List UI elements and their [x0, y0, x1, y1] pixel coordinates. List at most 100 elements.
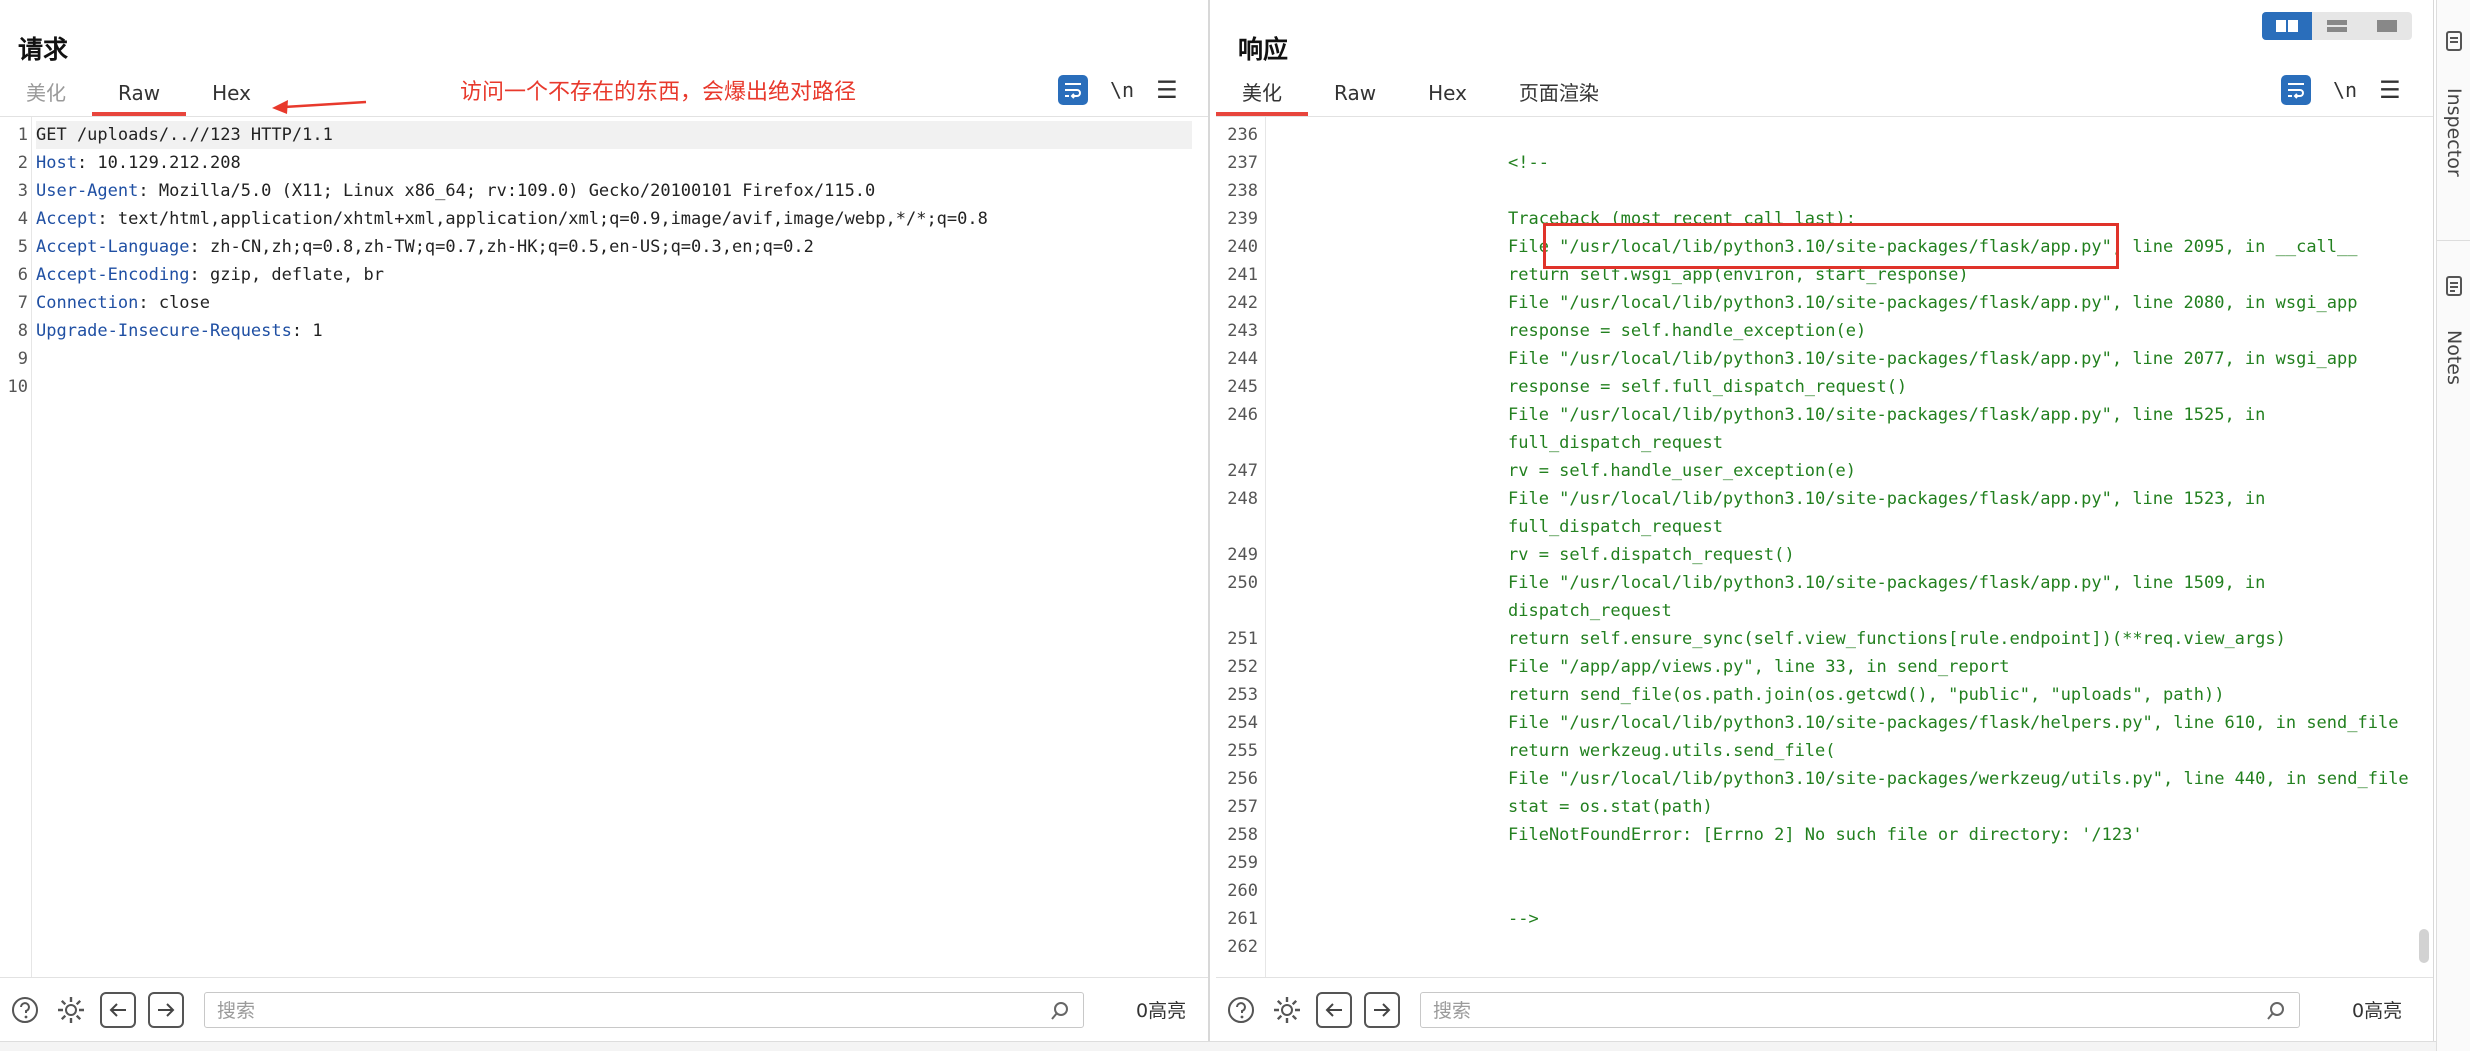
line-number: 260 — [1227, 881, 1258, 901]
response-title: 响应 — [1238, 35, 1289, 64]
line-number: 243 — [1227, 321, 1258, 341]
line-number: 7 — [17, 293, 28, 313]
help-icon[interactable] — [1224, 993, 1258, 1027]
search-icon — [2267, 1001, 2284, 1020]
line-number: 259 — [1227, 853, 1258, 873]
response-line: rv = self.handle_user_exception(e) — [1508, 461, 1856, 481]
status-strip — [0, 1041, 2436, 1051]
newline-toggle-button[interactable]: \n — [2333, 78, 2357, 102]
side-rail: Inspector Notes — [2436, 0, 2470, 1051]
response-line: File "/usr/local/lib/python3.10/site-pac… — [1508, 405, 2266, 425]
tab-response-3[interactable]: 页面渲染 — [1493, 72, 1625, 114]
line-number: 247 — [1227, 461, 1258, 481]
previous-arrow-button[interactable] — [100, 991, 136, 1028]
response-gutter: 236 237 238 239 240 241 242 243 244 245 246 247 248 2… — [1216, 117, 1266, 977]
line-number: 8 — [17, 321, 28, 341]
line-number: 3 — [17, 181, 28, 201]
response-line: dispatch_request — [1508, 601, 1672, 621]
response-line: rv = self.dispatch_request() — [1508, 545, 1795, 565]
tab-response-1[interactable]: Raw — [1308, 72, 1402, 114]
search-placeholder: 搜索 — [1433, 1000, 1472, 1022]
response-line: response = self.full_dispatch_request() — [1508, 377, 1908, 397]
notes-tab[interactable]: Notes — [2443, 330, 2465, 385]
line-number: 4 — [17, 209, 28, 229]
menu-icon[interactable]: ☰ — [2379, 76, 2401, 104]
request-editor[interactable]: 1 2 3 4 5 6 7 8 9 10 GET /uploads/..//123 HTTP/1.… — [0, 116, 1208, 977]
notes-icon[interactable] — [2445, 275, 2463, 297]
next-arrow-button[interactable] — [148, 991, 184, 1028]
line-number: 261 — [1227, 909, 1258, 929]
word-wrap-button[interactable] — [2281, 75, 2311, 105]
line-number: 246 — [1227, 405, 1258, 425]
response-line: response = self.handle_exception(e) — [1508, 321, 1867, 341]
line-number: 241 — [1227, 265, 1258, 285]
request-line: Upgrade-Insecure-Requests: 1 — [36, 321, 323, 341]
request-line: Accept-Language: zh-CN,zh;q=0.8,zh-TW;q=… — [36, 237, 814, 257]
response-tabs: 美化 Raw Hex 页面渲染 — [1216, 72, 1625, 116]
inspector-tab[interactable]: Inspector — [2443, 88, 2465, 177]
tab-response-2[interactable]: Hex — [1402, 72, 1493, 114]
annotation-arrow-icon — [272, 100, 367, 114]
highlight-box — [1543, 223, 2119, 269]
line-number: 236 — [1227, 125, 1258, 145]
request-tabs: 美化 Raw Hex — [0, 72, 277, 116]
settings-gear-icon[interactable] — [54, 993, 88, 1027]
response-line: --> — [1508, 909, 1539, 929]
arrow-left-icon — [1325, 1002, 1342, 1017]
newline-toggle-button[interactable]: \n — [1110, 78, 1134, 102]
tab-response-0[interactable]: 美化 — [1216, 72, 1308, 116]
line-number: 237 — [1227, 153, 1258, 173]
response-line: File "/usr/local/lib/python3.10/site-pac… — [1508, 769, 2409, 789]
request-title: 请求 — [18, 35, 69, 64]
response-line — [1508, 177, 2413, 205]
line-number — [1216, 597, 1258, 625]
response-line: stat = os.stat(path) — [1508, 797, 1713, 817]
line-number: 251 — [1227, 629, 1258, 649]
arrow-right-icon — [1374, 1002, 1391, 1017]
response-scrollbar[interactable] — [2419, 929, 2429, 963]
search-placeholder: 搜索 — [217, 1000, 256, 1022]
request-toolbar: \n ☰ — [1058, 72, 1178, 108]
highlight-count: 0高亮 — [1136, 1000, 1187, 1022]
response-line: return werkzeug.utils.send_file( — [1508, 741, 1836, 761]
tab-request-1[interactable]: Raw — [92, 72, 187, 116]
request-line: Accept: text/html,application/xhtml+xml,… — [36, 209, 988, 229]
response-line: full_dispatch_request — [1508, 433, 1723, 453]
arrow-right-icon — [158, 1002, 175, 1017]
wrap-icon — [2288, 83, 2304, 99]
wrap-icon — [1065, 83, 1081, 99]
previous-arrow-button[interactable] — [1316, 991, 1352, 1028]
response-line — [1508, 877, 2413, 905]
inspector-icon[interactable] — [2445, 30, 2463, 52]
request-pane: 请求 美化 Raw Hex \n ☰ 1 2 3 4 5 6 7 8 9 10 GET /upload… — [0, 0, 1210, 1041]
tab-request-0[interactable]: 美化 — [0, 72, 92, 114]
response-editor[interactable]: 236 237 238 239 240 241 242 243 244 245 246 247 248 2… — [1216, 116, 2433, 977]
menu-icon[interactable]: ☰ — [1156, 76, 1178, 104]
response-line: File "/app/app/views.py", line 33, in se… — [1508, 657, 2010, 677]
line-number: 5 — [17, 237, 28, 257]
rail-divider — [2437, 240, 2470, 241]
response-toolbar: \n ☰ — [2281, 72, 2401, 108]
request-search-input[interactable]: 搜索 — [204, 991, 1084, 1028]
line-number: 257 — [1227, 797, 1258, 817]
line-number: 252 — [1227, 657, 1258, 677]
line-number: 256 — [1227, 769, 1258, 789]
word-wrap-button[interactable] — [1058, 75, 1088, 105]
annotation-text: 访问一个不存在的东西，会爆出绝对路径 — [460, 80, 857, 105]
layout-stacked-button[interactable] — [2312, 12, 2362, 40]
line-number: 1 — [17, 125, 28, 145]
request-line: User-Agent: Mozilla/5.0 (X11; Linux x86_… — [36, 181, 876, 201]
response-line — [1508, 849, 2413, 877]
line-number: 248 — [1227, 489, 1258, 509]
response-search-input[interactable]: 搜索 — [1420, 991, 2300, 1028]
next-arrow-button[interactable] — [1364, 991, 1400, 1028]
layout-tabs-button[interactable] — [2362, 12, 2412, 40]
columns-icon — [2276, 20, 2298, 32]
settings-gear-icon[interactable] — [1270, 993, 1304, 1027]
help-icon[interactable] — [8, 993, 42, 1027]
line-number: 262 — [1227, 937, 1258, 957]
request-line: GET /uploads/..//123 HTTP/1.1 — [36, 121, 1192, 149]
layout-side-by-side-button[interactable] — [2262, 12, 2312, 40]
tab-request-2[interactable]: Hex — [186, 72, 277, 114]
request-search-bar: 搜索 0高亮 — [0, 977, 1208, 1041]
